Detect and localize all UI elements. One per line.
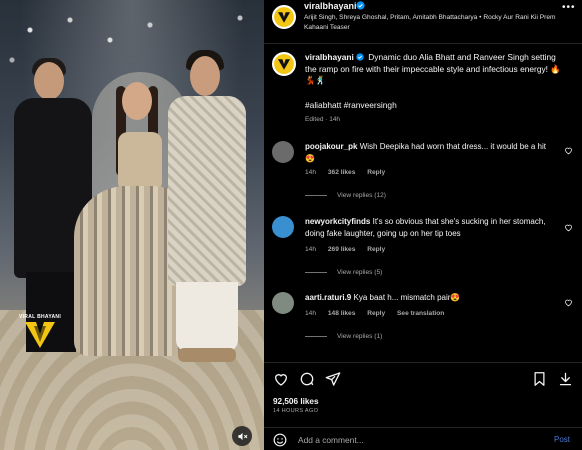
commenter-avatar[interactable] — [272, 292, 294, 314]
caption-meta: Edited · 14h — [305, 116, 341, 123]
audio-credit[interactable]: Arijit Singh, Shreya Ghoshal, Pritam, Am… — [304, 13, 574, 33]
see-translation-button[interactable]: See translation — [397, 310, 444, 317]
comment-body: aarti.raturi.9 Kya baat h... mismatch pa… — [305, 292, 557, 304]
watermark-text: VIRAL BHAYANI — [18, 314, 62, 320]
view-replies-button[interactable]: View replies (1) — [305, 333, 382, 340]
caption-body: viralbhayani Dynamic duo Alia Bhatt and … — [305, 52, 567, 87]
replies-divider — [305, 195, 327, 196]
post-media[interactable]: VIRAL BHAYANI — [0, 0, 264, 450]
comment-reply-button[interactable]: Reply — [367, 310, 385, 317]
viral-bhayani-logo — [25, 322, 55, 348]
action-bar: 92,506 likes 14 HOURS AGO Post — [264, 362, 582, 450]
caption-username[interactable]: viralbhayani — [305, 52, 354, 62]
comment-username[interactable]: poojakour_pk — [305, 142, 357, 151]
view-replies-button[interactable]: View replies (12) — [305, 192, 386, 199]
groom-figure — [164, 50, 250, 376]
heart-icon[interactable] — [273, 371, 289, 387]
replies-divider — [305, 272, 327, 273]
comment-meta: 14h 148 likes Reply See translation — [305, 310, 454, 317]
view-replies-label: View replies (12) — [337, 192, 386, 199]
mute-icon — [237, 432, 247, 440]
comment-likes[interactable]: 269 likes — [328, 246, 356, 253]
comment-like-heart-icon[interactable] — [564, 146, 573, 155]
comment-username[interactable]: aarti.raturi.9 — [305, 293, 351, 302]
commenter-avatar[interactable] — [272, 216, 294, 238]
bookmark-icon[interactable] — [532, 371, 547, 387]
view-replies-label: View replies (5) — [337, 269, 383, 276]
comment-like-heart-icon[interactable] — [564, 298, 573, 307]
view-replies-label: View replies (1) — [337, 333, 383, 340]
comment-text: Kya baat h... mismatch pair😍 — [353, 293, 461, 302]
verified-badge-icon — [356, 1, 365, 10]
comment-username[interactable]: newyorkcityfinds — [305, 217, 370, 226]
comment-icon[interactable] — [299, 371, 315, 387]
mute-button[interactable] — [232, 426, 252, 446]
comment-likes[interactable]: 362 likes — [328, 169, 356, 176]
post-comment-button[interactable]: Post — [554, 435, 570, 444]
comment-input[interactable] — [298, 433, 518, 447]
add-comment-bar: Post — [264, 427, 582, 450]
comment-meta: 14h 269 likes Reply — [305, 246, 395, 253]
comment-time: 14h — [305, 169, 317, 176]
comment-likes[interactable]: 148 likes — [328, 310, 356, 317]
viral-bhayani-logo — [278, 58, 290, 70]
verified-badge-icon — [356, 53, 364, 61]
comment-like-heart-icon[interactable] — [564, 223, 573, 232]
comment-reply-button[interactable]: Reply — [367, 169, 385, 176]
post-panel: viralbhayani Arijit Singh, Shreya Ghosha… — [264, 0, 582, 450]
caption-avatar[interactable] — [272, 52, 296, 76]
comment-body: newyorkcityfinds It's so obvious that sh… — [305, 216, 557, 240]
comment-meta: 14h 362 likes Reply — [305, 169, 395, 176]
post-time: 14 HOURS AGO — [273, 408, 319, 414]
share-icon[interactable] — [325, 371, 341, 387]
author-username[interactable]: viralbhayani — [304, 1, 357, 11]
author-avatar[interactable] — [272, 5, 296, 29]
comment-time: 14h — [305, 246, 317, 253]
caption-hashtags[interactable]: #aliabhatt #ranveersingh — [305, 100, 397, 110]
comment-reply-button[interactable]: Reply — [367, 246, 385, 253]
viral-bhayani-watermark: VIRAL BHAYANI — [16, 314, 64, 360]
comment-body: poojakour_pk Wish Deepika had worn that … — [305, 141, 557, 165]
likes-count[interactable]: 92,506 likes — [273, 397, 319, 406]
viral-bhayani-logo — [278, 11, 290, 23]
emoji-icon[interactable] — [273, 433, 287, 447]
comment-time: 14h — [305, 310, 317, 317]
replies-divider — [305, 336, 327, 337]
download-icon[interactable] — [558, 371, 573, 387]
view-replies-button[interactable]: View replies (5) — [305, 269, 382, 276]
post-header: viralbhayani Arijit Singh, Shreya Ghosha… — [264, 0, 582, 44]
more-icon[interactable]: ••• — [562, 2, 576, 13]
commenter-avatar[interactable] — [272, 141, 294, 163]
